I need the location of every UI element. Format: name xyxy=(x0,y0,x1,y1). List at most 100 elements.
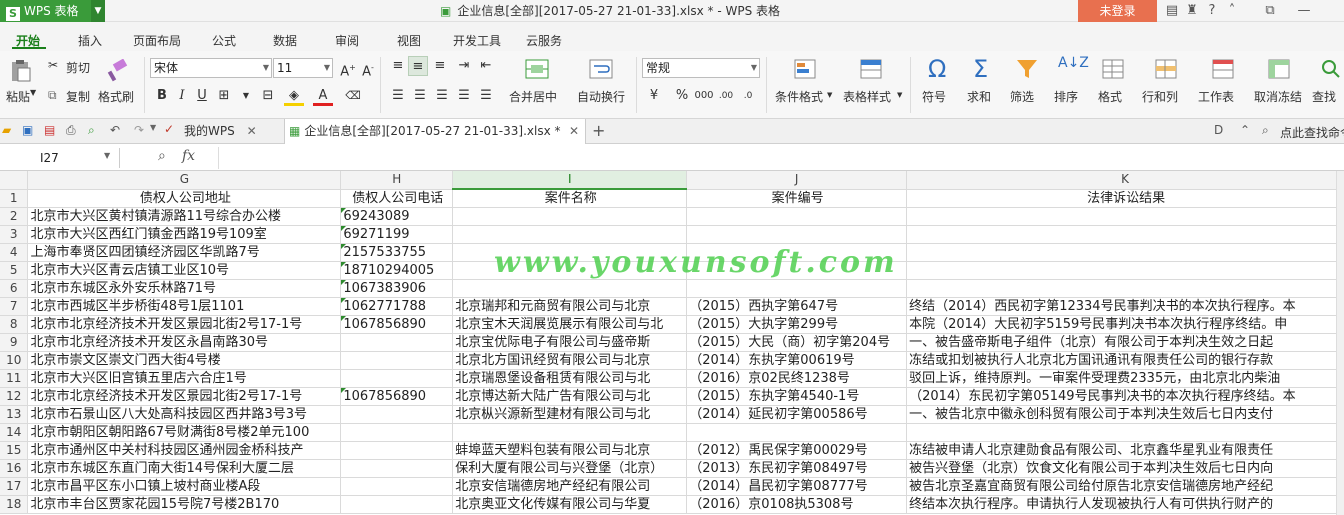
decrease-font-icon[interactable]: A- xyxy=(358,58,378,79)
tab-developer[interactable]: 开发工具 xyxy=(453,32,501,49)
skin-icon[interactable]: ▤ xyxy=(1162,0,1182,22)
spreadsheet-grid[interactable]: G H I J K 1 债权人公司地址 债权人公司电话 案件名称 案件编号 法律诉讼结果 2… xyxy=(0,171,1344,515)
increase-decimal-icon[interactable]: .00 xyxy=(716,86,736,106)
row-header[interactable]: 13 xyxy=(0,405,29,424)
wrap-text-button[interactable]: 自动换行 xyxy=(577,88,625,105)
table-cell[interactable]: 上海市奉贤区四团镇经济园区华凯路7号 xyxy=(27,243,342,262)
table-style-button[interactable]: 表格样式 xyxy=(843,88,891,105)
row-header[interactable]: 9 xyxy=(0,333,29,352)
row-header[interactable]: 6 xyxy=(0,279,29,298)
chevron-down-icon[interactable]: ▼ xyxy=(104,151,110,160)
copy-button[interactable]: 复制 xyxy=(66,88,90,105)
cut-button[interactable]: 剪切 xyxy=(66,59,90,76)
table-cell[interactable] xyxy=(686,279,908,298)
table-cell[interactable] xyxy=(906,261,1344,280)
row-header[interactable]: 16 xyxy=(0,459,29,478)
table-cell[interactable]: 冻结被申请人北京建勋食品有限公司、北京鑫华星乳业有限责任 xyxy=(906,441,1344,460)
table-cell[interactable] xyxy=(340,351,454,370)
table-cell[interactable]: 北京市大兴区黄村镇清源路11号综合办公楼 xyxy=(27,207,342,226)
chevron-down-icon[interactable]: ▼ xyxy=(236,86,256,106)
export-pdf-icon[interactable]: ▤ xyxy=(44,123,55,137)
table-cell[interactable]: （2015）大民（商）初字第204号 xyxy=(686,333,908,352)
sum-button[interactable]: 求和 xyxy=(967,88,991,105)
find-button[interactable]: 查找 xyxy=(1312,88,1336,105)
increase-font-icon[interactable]: A+ xyxy=(338,58,358,79)
percent-icon[interactable]: % xyxy=(672,86,692,106)
table-cell[interactable]: 北京市北京经济技术开发区永昌南路30号 xyxy=(27,333,342,352)
format-button[interactable]: 格式 xyxy=(1098,88,1122,105)
sort-button[interactable]: 排序 xyxy=(1054,88,1078,105)
table-cell[interactable]: 北京市大兴区西红门镇金西路19号109室 xyxy=(27,225,342,244)
align-bottom-icon[interactable]: ≡ xyxy=(430,56,450,76)
row-header[interactable]: 5 xyxy=(0,261,29,280)
help-icon[interactable]: ? xyxy=(1202,0,1222,22)
clear-format-icon[interactable]: ⌫ xyxy=(343,86,363,106)
decrease-decimal-icon[interactable]: .0 xyxy=(738,86,758,106)
distribute-icon[interactable]: ☰ xyxy=(476,86,496,106)
fill-color-icon[interactable]: ◈ xyxy=(284,86,304,106)
redo-icon[interactable]: ↷ xyxy=(134,123,144,137)
column-header-g[interactable]: G xyxy=(27,171,342,190)
table-cell[interactable] xyxy=(452,225,688,244)
format-painter-button[interactable]: 格式刷 xyxy=(98,88,134,105)
table-cell[interactable]: （2013）东民初字第08497号 xyxy=(686,459,908,478)
filter-button[interactable]: 筛选 xyxy=(1010,88,1034,105)
underline-button[interactable]: U xyxy=(192,86,212,106)
conditional-format-button[interactable]: 条件格式 xyxy=(775,88,823,105)
table-cell[interactable] xyxy=(452,279,688,298)
zoom-icon[interactable]: ⌕ xyxy=(158,148,166,164)
number-format-select[interactable]: 常规 ▼ xyxy=(642,58,760,78)
name-box[interactable]: I27 xyxy=(0,148,120,168)
align-right-icon[interactable]: ☰ xyxy=(432,86,452,106)
bold-button[interactable]: B xyxy=(152,86,172,106)
minimize-icon[interactable]: — xyxy=(1294,0,1314,22)
unfreeze-button[interactable]: 取消冻结 xyxy=(1254,88,1302,105)
table-cell[interactable]: （2015）西执字第647号 xyxy=(686,297,908,316)
table-cell[interactable]: （2015）大执字第299号 xyxy=(686,315,908,334)
font-name-select[interactable]: 宋体 ▼ xyxy=(150,58,272,78)
table-cell[interactable]: 69243089 xyxy=(340,207,454,226)
table-cell[interactable]: 北京市大兴区旧宫镇五里店六合庄1号 xyxy=(27,369,342,388)
table-cell[interactable] xyxy=(686,207,908,226)
function-button[interactable]: fx xyxy=(182,148,195,164)
table-cell[interactable] xyxy=(452,207,688,226)
table-cell[interactable]: 法律诉讼结果 xyxy=(906,189,1344,208)
row-header[interactable]: 8 xyxy=(0,315,29,334)
tab-insert[interactable]: 插入 xyxy=(78,32,102,49)
table-cell[interactable]: 北京瑞恩堡设备租赁有限公司与北 xyxy=(452,369,688,388)
formula-input[interactable] xyxy=(218,147,1338,169)
table-cell[interactable]: 被告兴登堡（北京）饮食文化有限公司于本判决生效后七日内向 xyxy=(906,459,1344,478)
table-cell[interactable]: （2014）延民初字第00586号 xyxy=(686,405,908,424)
table-cell[interactable]: 一、被告北京中徽永创科贸有限公司于本判决生效后七日内支付 xyxy=(906,405,1344,424)
worksheet-button[interactable]: 工作表 xyxy=(1198,88,1234,105)
table-cell[interactable]: 1067856890 xyxy=(340,387,454,406)
font-size-select[interactable]: 11 ▼ xyxy=(273,58,333,78)
table-cell[interactable] xyxy=(686,423,908,442)
table-cell[interactable]: 1067383906 xyxy=(340,279,454,298)
table-cell[interactable]: 1062771788 xyxy=(340,297,454,316)
table-cell[interactable]: （2016）京02民终1238号 xyxy=(686,369,908,388)
table-cell[interactable]: 冻结或扣划被执行人北京北方国讯通讯有限责任公司的银行存款 xyxy=(906,351,1344,370)
table-cell[interactable]: 北京市石景山区八大处高科技园区西井路3号3号 xyxy=(27,405,342,424)
table-cell[interactable] xyxy=(340,405,454,424)
chevron-down-icon[interactable]: ▼ xyxy=(827,91,832,99)
symbol-button[interactable]: 符号 xyxy=(922,88,946,105)
table-cell[interactable]: 债权人公司地址 xyxy=(27,189,342,208)
table-cell[interactable] xyxy=(452,423,688,442)
table-cell[interactable]: 本院（2014）大民初字5159号民事判决书本次执行程序终结。申 xyxy=(906,315,1344,334)
select-all-corner[interactable] xyxy=(0,171,29,190)
justify-icon[interactable]: ☰ xyxy=(454,86,474,106)
paste-icon[interactable] xyxy=(8,59,34,83)
table-cell[interactable]: 一、被告盛帝斯电子组件（北京）有限公司于本判决生效之日起 xyxy=(906,333,1344,352)
table-cell[interactable]: 北京市东城区永外安乐林路71号 xyxy=(27,279,342,298)
table-cell[interactable]: 北京市朝阳区朝阳路67号财满街8号楼2单元100 xyxy=(27,423,342,442)
row-header[interactable]: 18 xyxy=(0,495,29,514)
chevron-down-icon[interactable]: ▼ xyxy=(91,0,105,22)
row-header[interactable]: 10 xyxy=(0,351,29,370)
table-cell[interactable]: 北京市北京经济技术开发区景园北街2号17-1号 xyxy=(27,387,342,406)
table-cell[interactable]: 2157533755 xyxy=(340,243,454,262)
minimize-ribbon-icon[interactable]: D xyxy=(1214,123,1223,137)
tab-review[interactable]: 审阅 xyxy=(335,32,359,49)
chevron-down-icon[interactable]: ▼ xyxy=(897,91,902,99)
italic-button[interactable]: I xyxy=(172,86,192,106)
